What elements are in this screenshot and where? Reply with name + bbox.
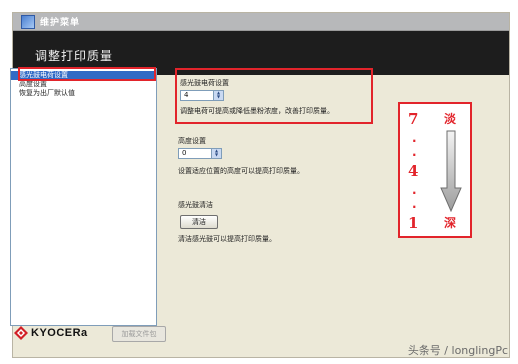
- clean-button[interactable]: 清洁: [180, 215, 218, 229]
- app-icon: [21, 14, 35, 29]
- sidebar-item-altitude[interactable]: 高度设置: [11, 80, 156, 89]
- kyocera-mark-icon: [14, 326, 28, 340]
- title-bar: 维护菜单: [13, 13, 509, 31]
- scale-top-number: 7: [408, 110, 419, 128]
- altitude-label: 高度设置: [178, 137, 206, 145]
- drum-charge-highlight-box: [175, 68, 373, 124]
- scale-dot: ·: [412, 186, 417, 200]
- sidebar-item-label: 高度设置: [19, 80, 47, 88]
- load-package-button[interactable]: 加载文件包: [112, 326, 166, 342]
- altitude-stepper[interactable]: 0 ▲ ▼: [178, 148, 222, 159]
- scale-light-label: 淡: [444, 112, 457, 126]
- scale-dark-label: 深: [444, 216, 457, 230]
- drum-cleaning-description: 清洁感光鼓可以提高打印质量。: [178, 235, 276, 243]
- kyocera-logo: KYOCERa: [14, 326, 88, 340]
- altitude-value: 0: [182, 149, 187, 157]
- scale-middle-number: 4: [408, 162, 419, 180]
- watermark: 头条号 / longlingPc: [407, 344, 508, 357]
- density-scale-annotation: 7 · · 4 · · 1 淡 深: [398, 102, 472, 238]
- scale-bottom-number: 1: [408, 214, 419, 232]
- scale-dot: ·: [412, 200, 417, 214]
- scale-dot: ·: [412, 148, 417, 162]
- sidebar-item-label: 恢复为出厂默认值: [19, 89, 75, 97]
- down-arrow-icon: [440, 130, 462, 212]
- scale-dot: ·: [412, 134, 417, 148]
- sidebar-highlight-box: [18, 67, 156, 81]
- drum-cleaning-label: 感光鼓清洁: [178, 201, 213, 209]
- stepper-arrows-icon[interactable]: ▲ ▼: [211, 149, 221, 158]
- settings-sidebar: 感光鼓电荷设置 高度设置 恢复为出厂默认值: [10, 68, 157, 326]
- window-title: 维护菜单: [40, 18, 81, 28]
- altitude-description: 设置适应位置的高度可以提高打印质量。: [178, 167, 304, 175]
- page-title: 调整打印质量: [35, 49, 114, 63]
- sidebar-item-factory-defaults[interactable]: 恢复为出厂默认值: [11, 89, 156, 98]
- brand-name: KYOCERa: [31, 327, 88, 339]
